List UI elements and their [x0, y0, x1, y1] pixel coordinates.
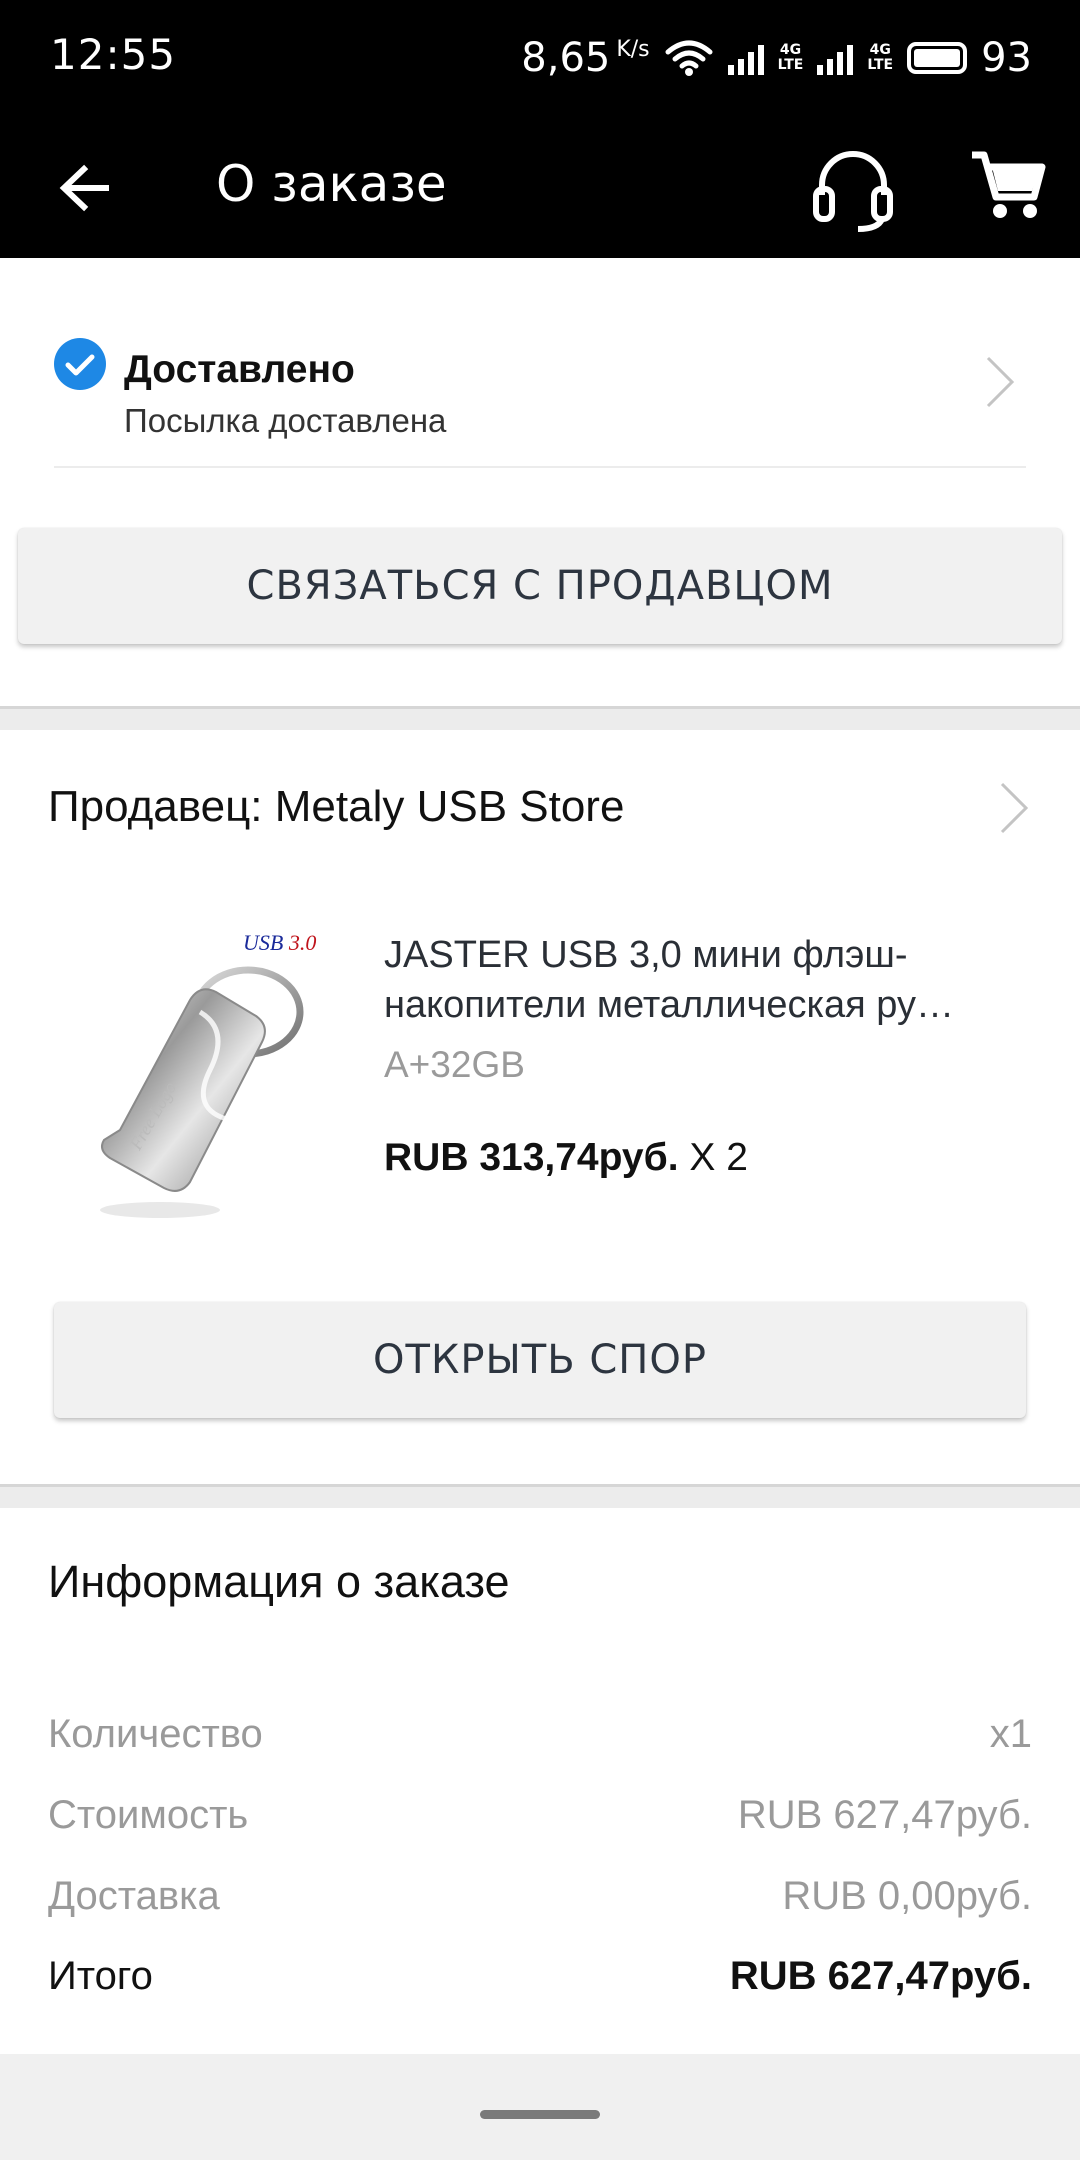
info-label: Доставка: [48, 1874, 220, 1918]
product-title-line-2: накопители металлическая ру…: [384, 984, 954, 1026]
product-quantity: X 2: [689, 1136, 748, 1179]
product-image[interactable]: USB 3.0 Free Logo: [80, 920, 350, 1230]
order-info-row-quantity: Количество x1: [48, 1712, 1032, 1772]
status-time: 12:55: [50, 30, 177, 79]
usb-badge-text: USB 3.0: [243, 930, 316, 955]
product-variant: A+32GB: [384, 1044, 525, 1085]
signal-icon-sim1: [727, 41, 764, 75]
network-speed: 8,65 K/s: [521, 35, 649, 81]
product-price: RUB 313,74руб. X 2: [384, 1136, 748, 1180]
chevron-right-icon: [1000, 782, 1029, 834]
battery-icon: [907, 42, 968, 74]
section-divider: [0, 706, 1080, 730]
app-bar: О заказе: [0, 115, 1080, 258]
wifi-icon: [665, 40, 713, 76]
headset-icon[interactable]: [808, 145, 898, 235]
order-info-row-shipping: Доставка RUB 0,00руб.: [48, 1874, 1032, 1934]
status-bar: 12:55 8,65 K/s 4G LTE 4G LTE 93: [0, 0, 1080, 115]
info-value: RUB 627,47руб.: [729, 1954, 1032, 1998]
network-speed-unit: K/s: [616, 37, 650, 62]
check-circle-icon: [54, 338, 106, 390]
section-divider: [0, 1484, 1080, 1508]
info-value: RUB 627,47руб.: [737, 1793, 1032, 1837]
signal-icon-sim2: [817, 41, 854, 75]
lte-sublabel: LTE: [867, 57, 894, 73]
delivery-status-subtitle: Посылка доставлена: [124, 402, 447, 439]
cart-icon[interactable]: [968, 145, 1048, 225]
info-value: RUB 0,00руб.: [782, 1874, 1032, 1918]
status-indicators: 8,65 K/s 4G LTE 4G LTE 93: [521, 28, 1032, 88]
info-label: Количество: [48, 1712, 263, 1756]
page-title: О заказе: [216, 155, 447, 213]
info-value: x1: [989, 1712, 1032, 1756]
lte-sublabel: LTE: [777, 57, 804, 73]
product-title[interactable]: JASTER USB 3,0 мини флэш- накопители мет…: [384, 930, 1024, 1030]
lte-icon-sim2: 4G LTE: [867, 43, 893, 73]
delivery-status-title: Доставлено: [124, 348, 355, 391]
home-gesture-handle[interactable]: [480, 2110, 600, 2119]
lte-icon-sim1: 4G LTE: [778, 43, 804, 73]
navigation-bar: [0, 2054, 1080, 2160]
info-label: Стоимость: [48, 1793, 249, 1837]
contact-seller-button[interactable]: СВЯЗАТЬСЯ С ПРОДАВЦОМ: [18, 528, 1062, 644]
network-speed-value: 8,65: [521, 35, 611, 81]
order-info-title: Информация о заказе: [48, 1556, 510, 1607]
product-title-line-1: JASTER USB 3,0 мини флэш-: [384, 934, 908, 976]
order-info-row-total: Итого RUB 627,47руб.: [48, 1954, 1032, 2014]
product-price-value: RUB 313,74руб.: [384, 1136, 679, 1179]
back-arrow-icon[interactable]: [50, 153, 120, 223]
seller-row[interactable]: Продавец: Metaly USB Store: [48, 770, 1032, 846]
seller-name: Продавец: Metaly USB Store: [48, 782, 625, 831]
open-dispute-button[interactable]: ОТКРЫТЬ СПОР: [54, 1302, 1026, 1418]
chevron-right-icon: [986, 356, 1015, 408]
lte-label: 4G: [869, 42, 891, 58]
battery-percent: 93: [981, 35, 1032, 81]
lte-label: 4G: [779, 42, 802, 58]
delivery-status-row[interactable]: Доставлено Посылка доставлена: [54, 330, 1026, 468]
order-info-row-cost: Стоимость RUB 627,47руб.: [48, 1793, 1032, 1853]
info-label: Итого: [48, 1954, 153, 1998]
